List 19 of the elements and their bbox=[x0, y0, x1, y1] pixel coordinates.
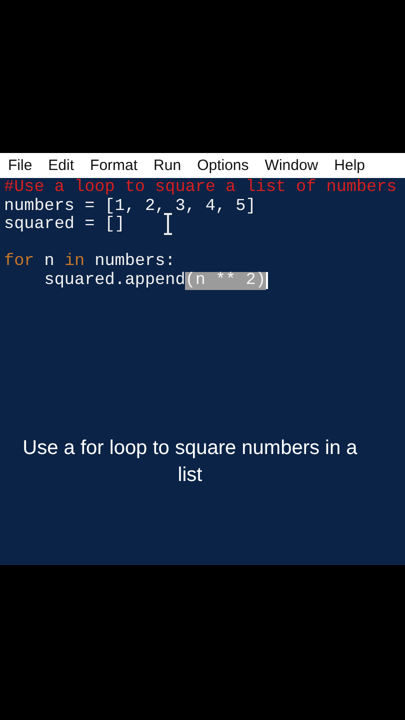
menu-item[interactable]: Help bbox=[334, 157, 365, 174]
code-text: squared = [] bbox=[4, 216, 125, 234]
text-cursor-icon bbox=[162, 213, 174, 235]
code-keyword: for bbox=[4, 253, 34, 272]
code-text: numbers: bbox=[94, 253, 176, 272]
menu-item[interactable]: Run bbox=[154, 157, 182, 174]
video-caption: Use a for loop to square numbers in a list bbox=[22, 436, 358, 488]
menu-item[interactable]: Options bbox=[197, 157, 249, 174]
selected-code: (n ** 2) bbox=[185, 272, 266, 290]
code-text: squared.append bbox=[43, 272, 186, 290]
code-text: n bbox=[43, 253, 56, 272]
menu-item[interactable]: Window bbox=[264, 157, 318, 174]
code-comment: #Use a loop to square a list of numbers bbox=[4, 179, 397, 198]
code-keyword: in bbox=[64, 253, 85, 272]
text-caret bbox=[266, 272, 268, 290]
menu-item[interactable]: Edit bbox=[48, 157, 74, 174]
menu-item[interactable]: File bbox=[8, 157, 32, 174]
menu-item[interactable]: Format bbox=[90, 157, 138, 174]
code-text: numbers = [1, 2, 3, 4, 5] bbox=[4, 198, 256, 216]
